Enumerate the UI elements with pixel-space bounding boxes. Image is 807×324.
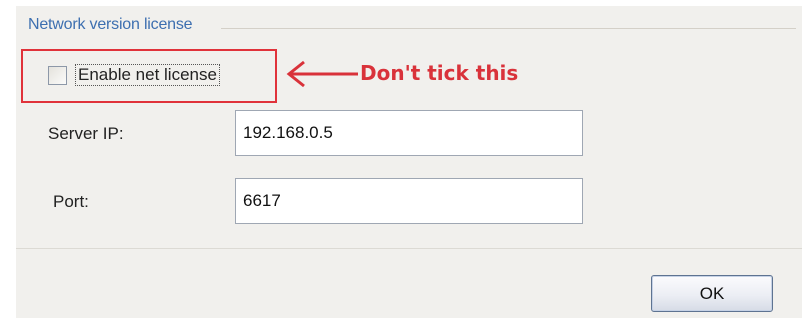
- enable-net-license-label[interactable]: Enable net license: [75, 64, 220, 86]
- annotation: Don't tick this: [284, 56, 574, 96]
- server-ip-input[interactable]: [235, 110, 583, 156]
- enable-net-license-checkbox[interactable]: [48, 65, 67, 85]
- group-divider: [221, 28, 796, 29]
- annotation-text: Don't tick this: [360, 61, 519, 85]
- enable-net-license-row[interactable]: Enable net license: [48, 64, 220, 86]
- port-input[interactable]: [235, 178, 583, 224]
- network-license-dialog: Network version license Enable net licen…: [16, 6, 802, 318]
- server-ip-label: Server IP:: [48, 124, 124, 143]
- ok-button[interactable]: OK: [651, 275, 773, 312]
- left-arrow-icon: [286, 60, 358, 88]
- port-label: Port:: [53, 192, 89, 211]
- group-title: Network version license: [28, 16, 193, 33]
- footer-separator: [16, 248, 802, 249]
